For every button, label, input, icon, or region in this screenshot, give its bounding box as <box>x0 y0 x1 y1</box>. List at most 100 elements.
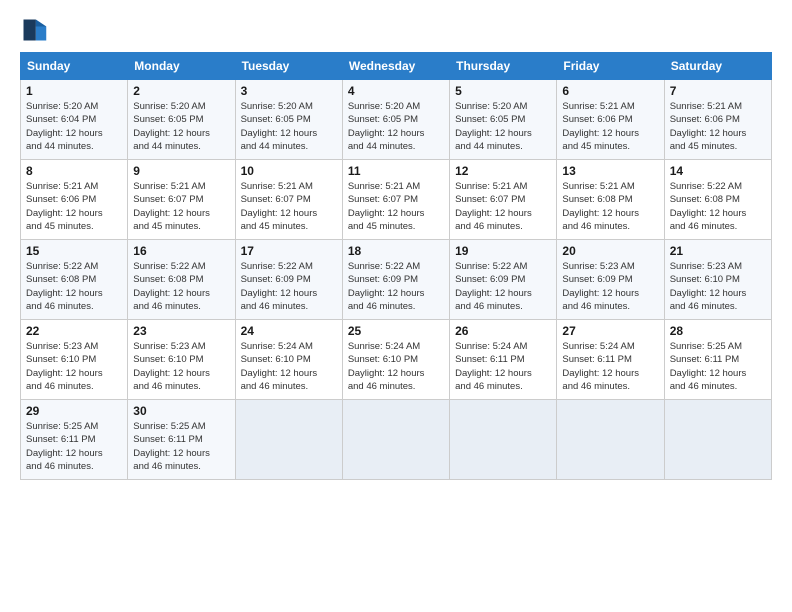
calendar-cell: 11 Sunrise: 5:21 AMSunset: 6:07 PMDaylig… <box>342 160 449 240</box>
day-details: Sunrise: 5:21 AMSunset: 6:06 PMDaylight:… <box>562 100 658 153</box>
day-details: Sunrise: 5:20 AMSunset: 6:05 PMDaylight:… <box>348 100 444 153</box>
header-thursday: Thursday <box>450 53 557 80</box>
day-details: Sunrise: 5:23 AMSunset: 6:10 PMDaylight:… <box>133 340 229 393</box>
calendar-cell: 1 Sunrise: 5:20 AMSunset: 6:04 PMDayligh… <box>21 80 128 160</box>
day-details: Sunrise: 5:21 AMSunset: 6:07 PMDaylight:… <box>241 180 337 233</box>
calendar-cell: 20 Sunrise: 5:23 AMSunset: 6:09 PMDaylig… <box>557 240 664 320</box>
day-details: Sunrise: 5:25 AMSunset: 6:11 PMDaylight:… <box>670 340 766 393</box>
calendar-cell: 26 Sunrise: 5:24 AMSunset: 6:11 PMDaylig… <box>450 320 557 400</box>
day-details: Sunrise: 5:23 AMSunset: 6:10 PMDaylight:… <box>26 340 122 393</box>
calendar-week-4: 22 Sunrise: 5:23 AMSunset: 6:10 PMDaylig… <box>21 320 772 400</box>
calendar-header-row: SundayMondayTuesdayWednesdayThursdayFrid… <box>21 53 772 80</box>
day-number: 25 <box>348 324 444 338</box>
day-number: 22 <box>26 324 122 338</box>
calendar-cell: 14 Sunrise: 5:22 AMSunset: 6:08 PMDaylig… <box>664 160 771 240</box>
day-number: 3 <box>241 84 337 98</box>
day-details: Sunrise: 5:24 AMSunset: 6:10 PMDaylight:… <box>241 340 337 393</box>
calendar-cell: 10 Sunrise: 5:21 AMSunset: 6:07 PMDaylig… <box>235 160 342 240</box>
logo-icon <box>20 16 48 44</box>
day-number: 8 <box>26 164 122 178</box>
calendar-cell: 5 Sunrise: 5:20 AMSunset: 6:05 PMDayligh… <box>450 80 557 160</box>
day-number: 6 <box>562 84 658 98</box>
calendar-cell: 15 Sunrise: 5:22 AMSunset: 6:08 PMDaylig… <box>21 240 128 320</box>
day-details: Sunrise: 5:24 AMSunset: 6:11 PMDaylight:… <box>562 340 658 393</box>
calendar-week-1: 1 Sunrise: 5:20 AMSunset: 6:04 PMDayligh… <box>21 80 772 160</box>
calendar-cell: 8 Sunrise: 5:21 AMSunset: 6:06 PMDayligh… <box>21 160 128 240</box>
day-details: Sunrise: 5:20 AMSunset: 6:05 PMDaylight:… <box>241 100 337 153</box>
header-monday: Monday <box>128 53 235 80</box>
day-number: 20 <box>562 244 658 258</box>
calendar-week-2: 8 Sunrise: 5:21 AMSunset: 6:06 PMDayligh… <box>21 160 772 240</box>
day-number: 7 <box>670 84 766 98</box>
day-details: Sunrise: 5:22 AMSunset: 6:08 PMDaylight:… <box>670 180 766 233</box>
header-wednesday: Wednesday <box>342 53 449 80</box>
logo <box>20 16 52 44</box>
calendar-cell: 7 Sunrise: 5:21 AMSunset: 6:06 PMDayligh… <box>664 80 771 160</box>
day-details: Sunrise: 5:23 AMSunset: 6:09 PMDaylight:… <box>562 260 658 313</box>
day-number: 5 <box>455 84 551 98</box>
day-number: 30 <box>133 404 229 418</box>
calendar-cell: 12 Sunrise: 5:21 AMSunset: 6:07 PMDaylig… <box>450 160 557 240</box>
calendar-cell: 2 Sunrise: 5:20 AMSunset: 6:05 PMDayligh… <box>128 80 235 160</box>
day-number: 10 <box>241 164 337 178</box>
day-details: Sunrise: 5:24 AMSunset: 6:11 PMDaylight:… <box>455 340 551 393</box>
day-details: Sunrise: 5:21 AMSunset: 6:07 PMDaylight:… <box>133 180 229 233</box>
header-friday: Friday <box>557 53 664 80</box>
day-number: 24 <box>241 324 337 338</box>
calendar-cell: 24 Sunrise: 5:24 AMSunset: 6:10 PMDaylig… <box>235 320 342 400</box>
calendar-cell: 3 Sunrise: 5:20 AMSunset: 6:05 PMDayligh… <box>235 80 342 160</box>
day-number: 16 <box>133 244 229 258</box>
calendar-cell: 13 Sunrise: 5:21 AMSunset: 6:08 PMDaylig… <box>557 160 664 240</box>
calendar-cell: 23 Sunrise: 5:23 AMSunset: 6:10 PMDaylig… <box>128 320 235 400</box>
day-details: Sunrise: 5:21 AMSunset: 6:07 PMDaylight:… <box>348 180 444 233</box>
calendar-cell <box>342 400 449 480</box>
calendar-cell: 28 Sunrise: 5:25 AMSunset: 6:11 PMDaylig… <box>664 320 771 400</box>
calendar-cell <box>235 400 342 480</box>
day-details: Sunrise: 5:25 AMSunset: 6:11 PMDaylight:… <box>133 420 229 473</box>
day-number: 11 <box>348 164 444 178</box>
day-details: Sunrise: 5:24 AMSunset: 6:10 PMDaylight:… <box>348 340 444 393</box>
day-details: Sunrise: 5:21 AMSunset: 6:06 PMDaylight:… <box>26 180 122 233</box>
day-details: Sunrise: 5:22 AMSunset: 6:09 PMDaylight:… <box>348 260 444 313</box>
day-number: 9 <box>133 164 229 178</box>
day-number: 2 <box>133 84 229 98</box>
day-number: 13 <box>562 164 658 178</box>
header-saturday: Saturday <box>664 53 771 80</box>
page-header <box>20 16 772 44</box>
day-number: 14 <box>670 164 766 178</box>
day-number: 1 <box>26 84 122 98</box>
day-details: Sunrise: 5:22 AMSunset: 6:08 PMDaylight:… <box>26 260 122 313</box>
header-tuesday: Tuesday <box>235 53 342 80</box>
day-number: 27 <box>562 324 658 338</box>
calendar-cell: 22 Sunrise: 5:23 AMSunset: 6:10 PMDaylig… <box>21 320 128 400</box>
day-details: Sunrise: 5:21 AMSunset: 6:08 PMDaylight:… <box>562 180 658 233</box>
day-details: Sunrise: 5:20 AMSunset: 6:05 PMDaylight:… <box>455 100 551 153</box>
day-details: Sunrise: 5:25 AMSunset: 6:11 PMDaylight:… <box>26 420 122 473</box>
calendar-cell: 19 Sunrise: 5:22 AMSunset: 6:09 PMDaylig… <box>450 240 557 320</box>
day-number: 12 <box>455 164 551 178</box>
day-number: 28 <box>670 324 766 338</box>
header-sunday: Sunday <box>21 53 128 80</box>
day-details: Sunrise: 5:20 AMSunset: 6:05 PMDaylight:… <box>133 100 229 153</box>
calendar-table: SundayMondayTuesdayWednesdayThursdayFrid… <box>20 52 772 480</box>
day-number: 15 <box>26 244 122 258</box>
day-details: Sunrise: 5:22 AMSunset: 6:08 PMDaylight:… <box>133 260 229 313</box>
calendar-cell: 25 Sunrise: 5:24 AMSunset: 6:10 PMDaylig… <box>342 320 449 400</box>
calendar-cell: 18 Sunrise: 5:22 AMSunset: 6:09 PMDaylig… <box>342 240 449 320</box>
calendar-cell: 27 Sunrise: 5:24 AMSunset: 6:11 PMDaylig… <box>557 320 664 400</box>
day-number: 23 <box>133 324 229 338</box>
day-details: Sunrise: 5:21 AMSunset: 6:06 PMDaylight:… <box>670 100 766 153</box>
day-details: Sunrise: 5:23 AMSunset: 6:10 PMDaylight:… <box>670 260 766 313</box>
day-details: Sunrise: 5:22 AMSunset: 6:09 PMDaylight:… <box>241 260 337 313</box>
day-number: 29 <box>26 404 122 418</box>
calendar-cell <box>557 400 664 480</box>
calendar-cell: 9 Sunrise: 5:21 AMSunset: 6:07 PMDayligh… <box>128 160 235 240</box>
calendar-cell: 21 Sunrise: 5:23 AMSunset: 6:10 PMDaylig… <box>664 240 771 320</box>
calendar-cell: 16 Sunrise: 5:22 AMSunset: 6:08 PMDaylig… <box>128 240 235 320</box>
day-number: 21 <box>670 244 766 258</box>
calendar-cell <box>450 400 557 480</box>
calendar-week-5: 29 Sunrise: 5:25 AMSunset: 6:11 PMDaylig… <box>21 400 772 480</box>
calendar-cell: 6 Sunrise: 5:21 AMSunset: 6:06 PMDayligh… <box>557 80 664 160</box>
calendar-cell <box>664 400 771 480</box>
calendar-week-3: 15 Sunrise: 5:22 AMSunset: 6:08 PMDaylig… <box>21 240 772 320</box>
